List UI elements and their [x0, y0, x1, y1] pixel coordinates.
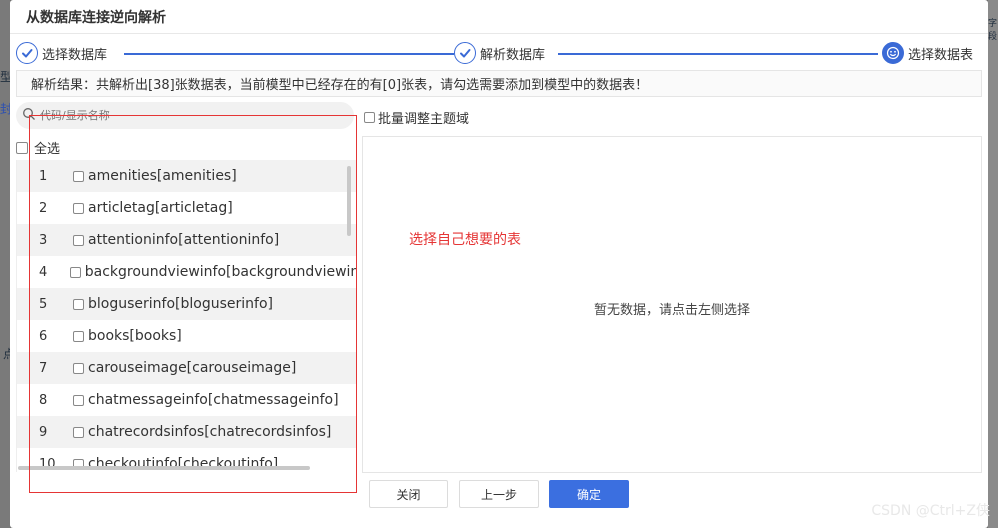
search-icon — [22, 106, 36, 125]
close-button[interactable]: 关闭 — [369, 480, 448, 508]
step-label: 选择数据库 — [42, 47, 108, 63]
step-label: 解析数据库 — [480, 47, 546, 63]
annotation-text: 选择自己想要的表 — [409, 232, 521, 248]
table-name: chatmessageinfo[chatmessageinfo] — [88, 392, 339, 408]
row-number: 2 — [39, 200, 48, 216]
table-name: books[books] — [88, 328, 182, 344]
search-box[interactable] — [16, 102, 354, 129]
row-number: 4 — [39, 264, 48, 280]
search-input[interactable] — [40, 109, 330, 122]
horizontal-scrollbar[interactable] — [18, 466, 310, 470]
row-checkbox[interactable] — [73, 234, 84, 246]
row-number: 8 — [39, 392, 48, 408]
backdrop-text: 字段 — [988, 19, 998, 42]
parse-result-message: 解析结果：共解析出[38]张数据表，当前模型中已经存在的有[0]张表，请勾选需要… — [16, 70, 982, 97]
list-item[interactable]: 5 bloguserinfo[bloguserinfo] — [17, 288, 356, 320]
checkbox[interactable] — [364, 112, 375, 123]
table-name: amenities[amenities] — [88, 168, 237, 184]
checkbox[interactable] — [16, 141, 28, 154]
list-item[interactable]: 6 books[books] — [17, 320, 356, 352]
table-name: bloguserinfo[bloguserinfo] — [88, 296, 273, 312]
table-name: chatrecordsinfos[chatrecordsinfos] — [88, 424, 332, 440]
step-connector — [558, 53, 878, 55]
list-item[interactable]: 1 amenities[amenities] — [17, 160, 356, 192]
row-checkbox[interactable] — [73, 330, 84, 342]
previous-step-button[interactable]: 上一步 — [459, 480, 539, 508]
table-name: carouseimage[carouseimage] — [88, 360, 297, 376]
table-list[interactable]: 1 amenities[amenities] 2 articletag[arti… — [16, 160, 356, 472]
dialog-title: 从数据库连接逆向解析 — [10, 0, 988, 34]
selected-tables-panel: 暂无数据，请点击左侧选择 — [362, 136, 982, 473]
watermark: CSDN @Ctrl+Z侠 — [871, 503, 990, 519]
list-item[interactable]: 9 chatrecordsinfos[chatrecordsinfos] — [17, 416, 356, 448]
backdrop-right — [988, 0, 998, 528]
row-checkbox[interactable] — [73, 202, 84, 214]
list-item[interactable]: 7 carouseimage[carouseimage] — [17, 352, 356, 384]
row-checkbox[interactable] — [73, 394, 84, 406]
confirm-button[interactable]: 确定 — [549, 480, 629, 508]
list-item[interactable]: 4 backgroundviewinfo[backgroundviewinfo] — [17, 256, 356, 288]
table-name: articletag[articletag] — [88, 200, 233, 216]
row-checkbox[interactable] — [70, 266, 81, 278]
row-number: 7 — [39, 360, 48, 376]
step-select-database: 选择数据库 — [16, 42, 107, 64]
step-label: 选择数据表 — [908, 47, 974, 63]
empty-state-text: 暂无数据，请点击左侧选择 — [593, 303, 750, 318]
list-item[interactable]: 2 articletag[articletag] — [17, 192, 356, 224]
select-all-label: 全选 — [34, 142, 61, 157]
smile-icon — [882, 42, 904, 64]
row-number: 5 — [39, 296, 48, 312]
step-bar: 选择数据库 解析数据库 选择数据表 — [16, 42, 988, 66]
table-name: attentioninfo[attentioninfo] — [88, 232, 280, 248]
row-number: 3 — [39, 232, 48, 248]
row-checkbox[interactable] — [73, 170, 84, 182]
table-name: backgroundviewinfo[backgroundviewinfo] — [84, 264, 356, 280]
step-parse-database: 解析数据库 — [454, 42, 545, 64]
row-checkbox[interactable] — [73, 362, 84, 374]
row-checkbox[interactable] — [73, 298, 84, 310]
row-number: 1 — [39, 168, 48, 184]
check-circle-icon — [16, 42, 38, 64]
batch-label: 批量调整主题域 — [378, 112, 470, 127]
vertical-scrollbar[interactable] — [347, 166, 351, 236]
row-number: 6 — [39, 328, 48, 344]
list-item[interactable]: 3 attentioninfo[attentioninfo] — [17, 224, 356, 256]
row-checkbox[interactable] — [73, 426, 84, 438]
check-circle-icon — [454, 42, 476, 64]
select-all-checkbox[interactable]: 全选 — [16, 138, 60, 157]
step-connector — [124, 53, 454, 55]
list-item[interactable]: 8 chatmessageinfo[chatmessageinfo] — [17, 384, 356, 416]
batch-adjust-checkbox[interactable]: 批量调整主题域 — [364, 108, 469, 127]
reverse-parse-dialog: 从数据库连接逆向解析 选择数据库 解析数据库 选择数据表 解析结果：共解析出[3… — [10, 0, 988, 528]
step-select-table: 选择数据表 — [882, 42, 973, 64]
row-number: 9 — [39, 424, 48, 440]
